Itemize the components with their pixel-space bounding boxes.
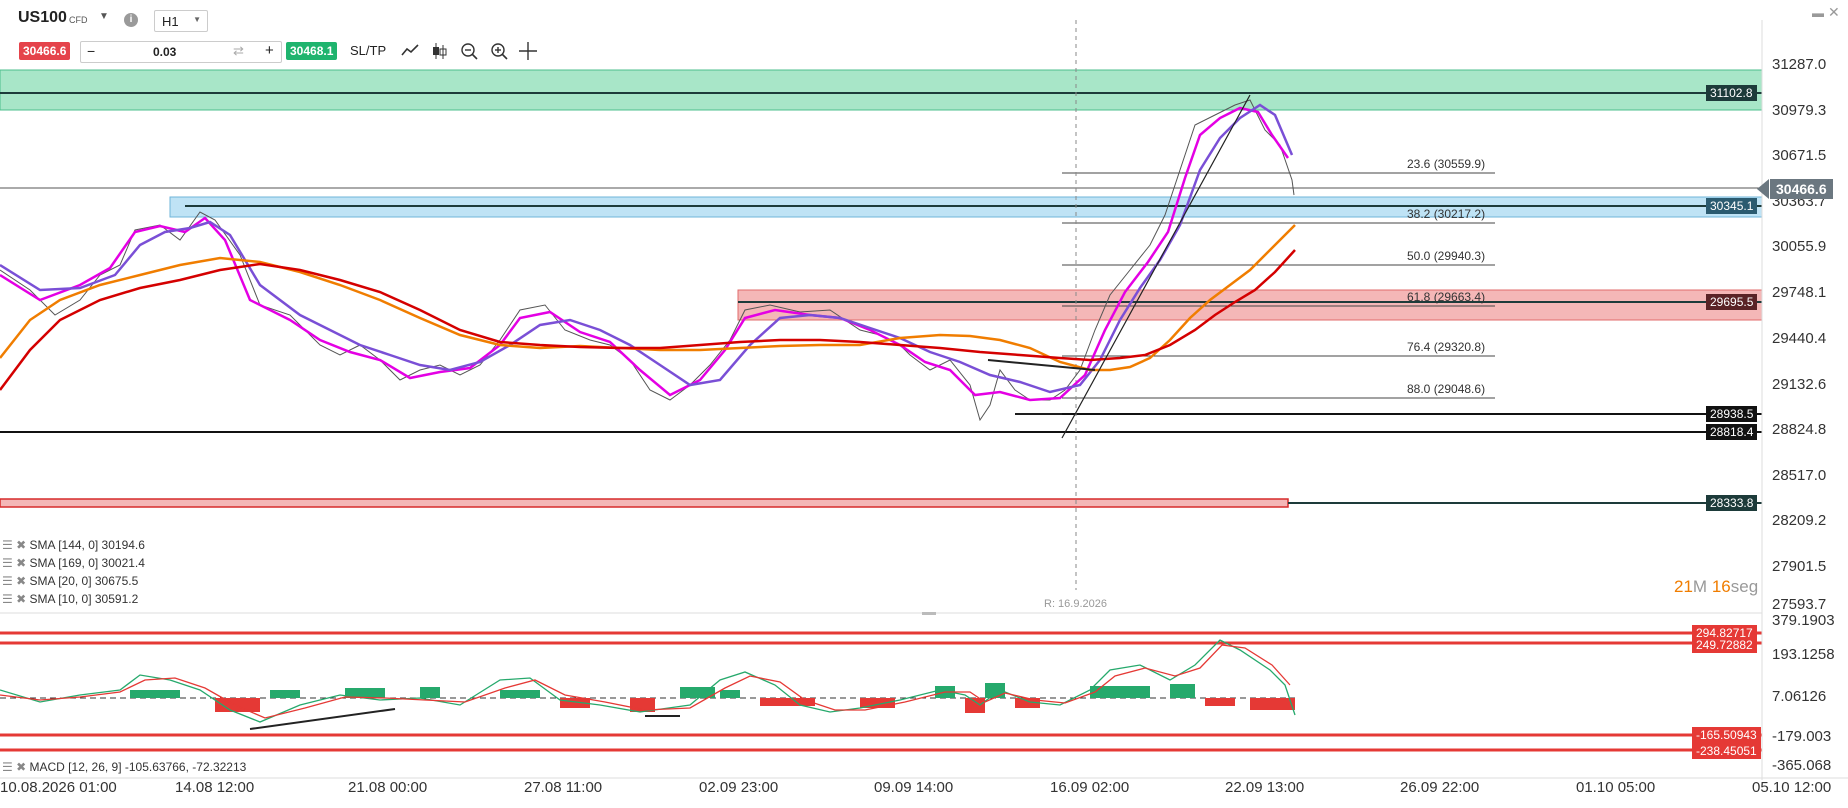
- price-axis-label: 27593.7: [1772, 596, 1827, 613]
- indicator-label: SMA [144, 0] 30194.6: [29, 538, 145, 552]
- price-axis-label: 27901.5: [1772, 558, 1827, 575]
- countdown-minutes-unit: M: [1692, 577, 1708, 596]
- red-zone: [737, 289, 1763, 321]
- indicator-legend: ☰ ✖ SMA [144, 0] 30194.6 ☰ ✖ SMA [169, 0…: [2, 538, 145, 610]
- level-tag-support-1[interactable]: 28938.5: [1706, 406, 1758, 422]
- macd-tag[interactable]: -238.45051: [1692, 743, 1761, 759]
- indicator-row[interactable]: ☰ ✖ SMA [169, 0] 30021.4: [2, 556, 145, 574]
- fib-label: 50.0 (29940.3): [1407, 249, 1486, 263]
- current-price-arrow-icon: [1757, 179, 1769, 199]
- menu-icon[interactable]: ☰: [2, 556, 13, 570]
- macd-tag[interactable]: 249.72882: [1692, 637, 1757, 653]
- menu-icon[interactable]: ☰: [2, 592, 13, 606]
- remove-icon[interactable]: ✖: [16, 760, 26, 774]
- time-axis-label: 14.08 12:00: [175, 779, 255, 796]
- macd-axis-label: 193.1258: [1772, 646, 1835, 663]
- remove-icon[interactable]: ✖: [16, 574, 26, 588]
- macd-axis-label: 379.1903: [1772, 612, 1835, 629]
- countdown-seconds: 16: [1711, 577, 1731, 596]
- low-zone: [0, 498, 1289, 508]
- fib-label: 88.0 (29048.6): [1407, 382, 1486, 396]
- fib-label: 76.4 (29320.8): [1407, 340, 1486, 354]
- indicator-row[interactable]: ☰ ✖ SMA [20, 0] 30675.5: [2, 574, 145, 592]
- price-candles: [0, 99, 1295, 422]
- remove-icon[interactable]: ✖: [16, 556, 26, 570]
- pane-resize-handle[interactable]: [922, 612, 936, 615]
- price-axis-label: 29748.1: [1772, 284, 1827, 301]
- indicator-row[interactable]: ☰ ✖ SMA [10, 0] 30591.2: [2, 592, 145, 610]
- time-axis-label: 21.08 00:00: [348, 779, 428, 796]
- macd-axis-label: -365.068: [1772, 757, 1832, 774]
- price-axis-label: 30671.5: [1772, 147, 1827, 164]
- macd-axis-label: -179.003: [1772, 728, 1832, 745]
- time-axis-label: 22.09 13:00: [1225, 779, 1305, 796]
- time-axis-label: 16.09 02:00: [1050, 779, 1130, 796]
- time-axis-label: 05.10 12:00: [1752, 779, 1832, 796]
- price-axis-label: 28517.0: [1772, 467, 1827, 484]
- fib-label: 23.6 (30559.9): [1407, 157, 1486, 171]
- time-axis-label: 26.09 22:00: [1400, 779, 1480, 796]
- menu-icon[interactable]: ☰: [2, 574, 13, 588]
- price-axis-label: 29440.4: [1772, 330, 1827, 347]
- indicator-row[interactable]: ☰ ✖ SMA [144, 0] 30194.6: [2, 538, 145, 556]
- remove-icon[interactable]: ✖: [16, 592, 26, 606]
- green-resistance-zone: [0, 69, 1763, 111]
- fib-label: 38.2 (30217.2): [1407, 207, 1486, 221]
- macd-tag[interactable]: -165.50943: [1692, 727, 1761, 743]
- price-axis-label: 30055.9: [1772, 238, 1827, 255]
- trend-line-2[interactable]: [987, 359, 1096, 371]
- level-tag-low-zone[interactable]: 28333.8: [1706, 495, 1758, 511]
- price-axis-label: 29132.6: [1772, 376, 1827, 393]
- trend-line-1[interactable]: [1061, 94, 1251, 439]
- price-axis-label: 31287.0: [1772, 56, 1827, 73]
- level-tag-blue-zone[interactable]: 30345.1: [1706, 198, 1758, 214]
- menu-icon[interactable]: ☰: [2, 760, 13, 774]
- crosshair-date-label: R: 16.9.2026: [1044, 598, 1107, 610]
- macd-label: MACD [12, 26, 9] -105.63766, -72.32213: [29, 760, 247, 774]
- macd-legend[interactable]: ☰ ✖ MACD [12, 26, 9] -105.63766, -72.322…: [2, 760, 246, 774]
- price-axis-label: 28209.2: [1772, 512, 1827, 529]
- level-tag-red-zone[interactable]: 29695.5: [1706, 294, 1758, 310]
- indicator-label: SMA [169, 0] 30021.4: [29, 556, 145, 570]
- macd-axis-label: 7.06126: [1772, 688, 1827, 705]
- level-tag-resistance[interactable]: 31102.8: [1706, 85, 1757, 101]
- time-axis-label: 02.09 23:00: [699, 779, 779, 796]
- time-axis-label: 27.08 11:00: [524, 779, 603, 796]
- countdown-seconds-unit: seg: [1730, 577, 1759, 596]
- price-axis-label: 28824.8: [1772, 421, 1827, 438]
- candle-countdown: 21M 16seg: [1674, 577, 1758, 597]
- price-axis-label: 30979.3: [1772, 102, 1827, 119]
- time-axis-label: 01.10 05:00: [1576, 779, 1656, 796]
- countdown-minutes: 21: [1674, 577, 1693, 596]
- level-tag-current-price: 30466.6: [1770, 179, 1833, 199]
- indicator-label: SMA [20, 0] 30675.5: [29, 574, 139, 588]
- time-axis-label: 10.08.2026 01:00: [0, 779, 117, 796]
- menu-icon[interactable]: ☰: [2, 538, 13, 552]
- macd-divergence-line-1[interactable]: [249, 708, 396, 730]
- price-chart[interactable]: [0, 0, 1848, 808]
- level-tag-support-2[interactable]: 28818.4: [1706, 424, 1758, 440]
- fib-label: 61.8 (29663.4): [1407, 290, 1486, 304]
- remove-icon[interactable]: ✖: [16, 538, 26, 552]
- time-axis-label: 09.09 14:00: [874, 779, 954, 796]
- indicator-label: SMA [10, 0] 30591.2: [29, 592, 139, 606]
